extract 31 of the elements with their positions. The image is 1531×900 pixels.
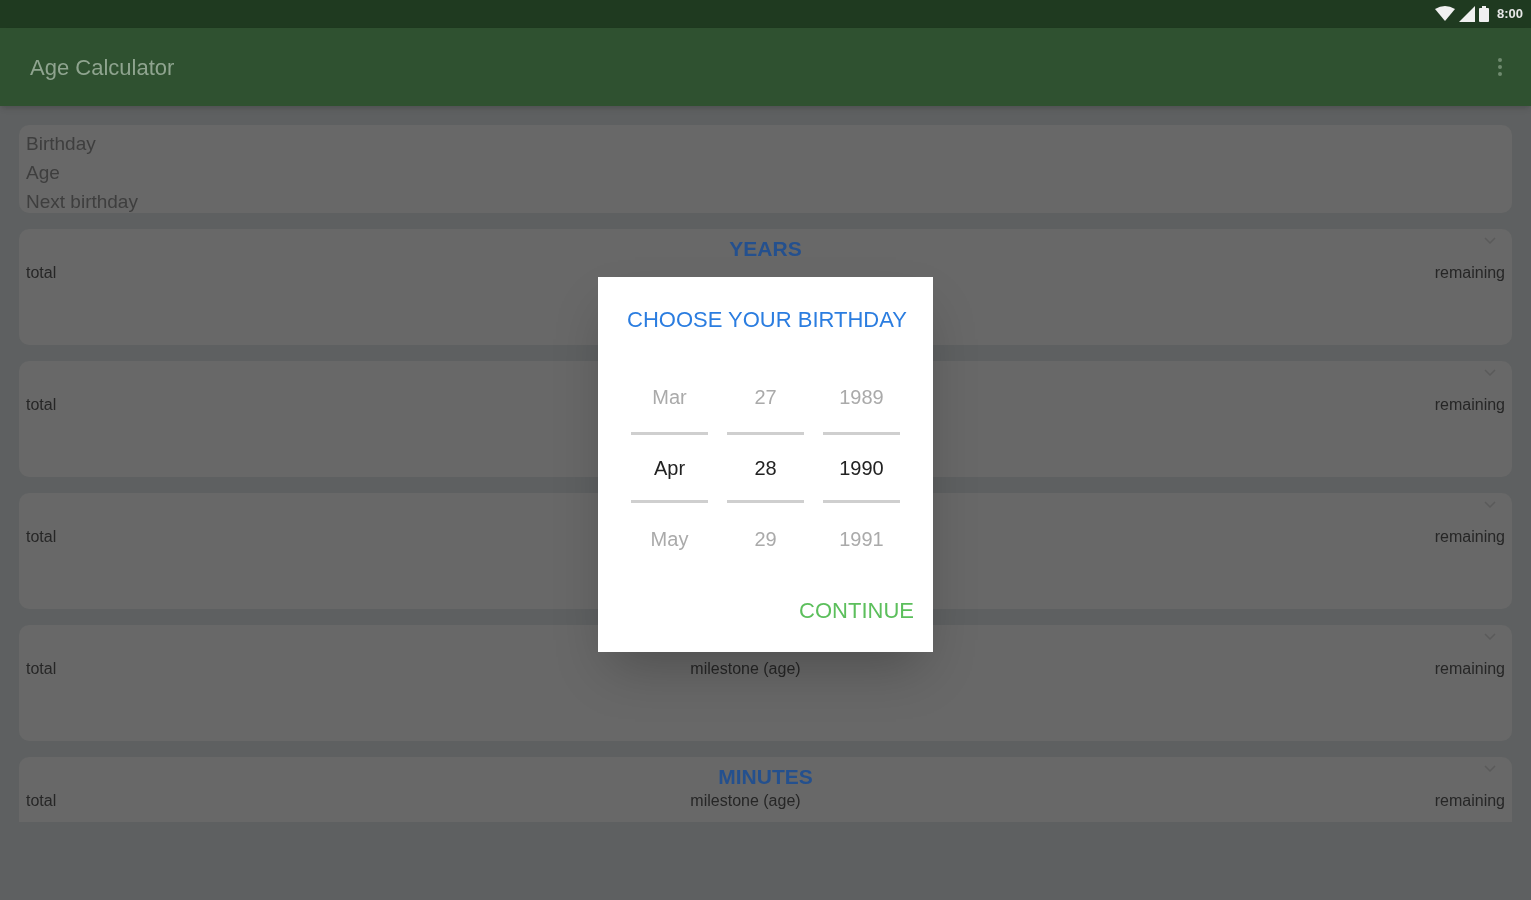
dialog-title: CHOOSE YOUR BIRTHDAY [627, 306, 907, 334]
picker-item[interactable]: 28 [754, 452, 777, 483]
total-label: total [26, 791, 57, 811]
picker-item[interactable]: 1989 [839, 381, 884, 412]
picker-item[interactable]: 1990 [839, 452, 884, 483]
wifi-icon [1434, 6, 1455, 22]
picker-item[interactable]: Mar [652, 381, 687, 412]
signal-icon [1458, 6, 1475, 22]
milestone-label: milestone (age) [690, 659, 801, 679]
total-label: total [26, 395, 57, 415]
overflow-menu-icon[interactable] [1497, 57, 1503, 77]
app-title: Age Calculator [30, 53, 175, 82]
remaining-label: remaining [1434, 395, 1505, 415]
total-label: total [26, 659, 57, 679]
remaining-label: remaining [1434, 659, 1505, 679]
card-title: YEARS [729, 236, 802, 259]
remaining-label: remaining [1434, 527, 1505, 547]
picker-item[interactable]: Apr [653, 452, 686, 483]
milestone-label: milestone (age) [690, 791, 801, 811]
continue-button[interactable]: CONTINUE [795, 594, 918, 627]
total-label: total [26, 527, 57, 547]
picker-item[interactable]: 29 [754, 523, 777, 554]
remaining-label: remaining [1434, 263, 1505, 283]
picker-item[interactable]: 1991 [839, 523, 884, 554]
picker-item[interactable]: May [650, 523, 689, 554]
picker-item[interactable]: 27 [754, 381, 777, 412]
total-label: total [26, 263, 57, 283]
clock-time: 8:00 [1496, 5, 1523, 24]
remaining-label: remaining [1434, 791, 1505, 811]
battery-icon [1478, 6, 1489, 22]
card-title: MINUTES [718, 764, 813, 787]
